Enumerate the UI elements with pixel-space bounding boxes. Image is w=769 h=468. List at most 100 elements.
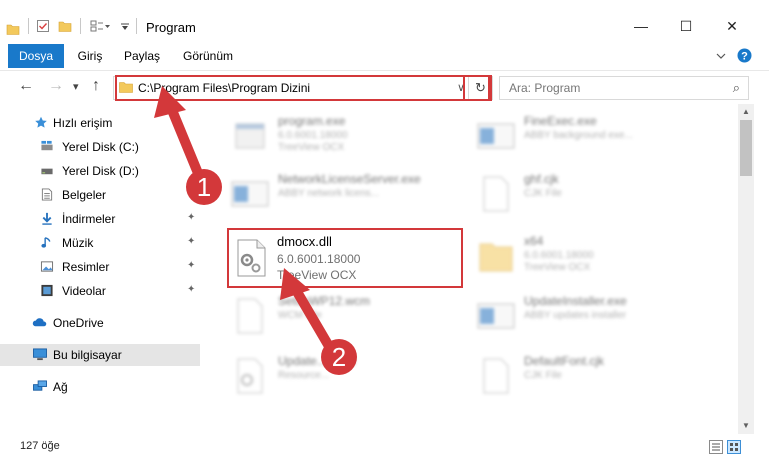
sidebar-item-this-pc[interactable]: Bu bilgisayar	[0, 344, 200, 366]
sidebar-item-downloads[interactable]: İndirmeler ✦	[0, 208, 200, 230]
sidebar-item-label: Belgeler	[62, 188, 107, 202]
ribbon-tabs: Dosya Giriş Paylaş Görünüm ?	[0, 44, 769, 68]
file-name: program.exe	[278, 114, 346, 128]
minimize-button[interactable]: —	[618, 12, 664, 40]
pin-icon[interactable]: ✦	[187, 236, 195, 247]
vertical-scrollbar[interactable]: ▲ ▼	[738, 104, 754, 434]
sidebar-item-label: OneDrive	[53, 316, 104, 330]
music-icon	[41, 237, 51, 248]
scroll-thumb[interactable]	[740, 120, 752, 176]
item-count: 127 öğe	[20, 440, 60, 452]
file-name: ghf.cjk	[524, 172, 559, 186]
address-path[interactable]: C:\Program Files\Program Dizini	[138, 81, 310, 95]
tab-share[interactable]: Paylaş	[120, 44, 164, 68]
search-icon[interactable]: ⌕	[733, 80, 740, 96]
pin-icon[interactable]: ✦	[187, 188, 195, 199]
exe-file-icon	[477, 123, 515, 149]
sidebar-item-documents[interactable]: Belgeler ✦	[0, 184, 200, 206]
tab-view[interactable]: Görünüm	[176, 44, 240, 68]
exe-file-icon	[477, 303, 515, 329]
exe-file-icon	[235, 123, 265, 149]
details-view-icon[interactable]	[709, 440, 723, 454]
properties-icon[interactable]	[36, 19, 50, 33]
sidebar-item-label: Hızlı erişim	[53, 116, 113, 130]
file-item[interactable]: NetworkLicenseServer.exe ABBY network li…	[230, 168, 480, 224]
file-name: Update.....5.dll	[278, 354, 356, 368]
customize-toolbar-icon[interactable]	[90, 19, 110, 33]
file-name: SetupWP12.wcm	[278, 294, 371, 308]
file-type: CJK File	[524, 188, 562, 199]
file-description: ABBY background exe...	[524, 130, 633, 141]
navigation-pane: Hızlı erişim Yerel Disk (C:) Yerel Disk …	[0, 104, 200, 434]
sidebar-item-label: Resimler	[62, 260, 110, 274]
pin-icon[interactable]: ✦	[187, 212, 195, 223]
file-item[interactable]: program.exe 6.0.6001.18000 TreeView OCX	[230, 110, 480, 166]
file-item[interactable]: ghf.cjk CJK File	[476, 168, 726, 224]
search-input[interactable]: Ara: Program ⌕	[499, 76, 749, 100]
drive-icon	[41, 168, 53, 175]
tiles-view-icon[interactable]	[727, 440, 741, 454]
sidebar-item-onedrive[interactable]: OneDrive	[0, 312, 200, 334]
network-icon	[33, 380, 47, 391]
title-bar: Program — ☐ ✕	[0, 0, 769, 42]
address-bar[interactable]: C:\Program Files\Program Dizini ∨ ↻	[113, 76, 493, 100]
file-item-dmocx-dll[interactable]: dmocx.dll 6.0.6001.18000 TreeView OCX	[227, 228, 463, 288]
pin-icon[interactable]: ✦	[187, 284, 195, 295]
cloud-icon	[32, 318, 47, 327]
up-button[interactable]: ↑	[92, 77, 100, 95]
sidebar-item-music[interactable]: Müzik ✦	[0, 232, 200, 254]
sidebar-item-videos[interactable]: Videolar ✦	[0, 280, 200, 302]
sidebar-item-label: Videolar	[62, 284, 106, 298]
toolbar-separator	[28, 18, 29, 34]
file-description: TreeView OCX	[524, 262, 591, 273]
file-item[interactable]: UpdateInstaller.exe ABBY updates install…	[476, 290, 726, 346]
download-icon	[42, 212, 52, 225]
sidebar-item-drive-d[interactable]: Yerel Disk (D:)	[0, 160, 200, 182]
generic-file-icon	[483, 176, 509, 212]
search-placeholder: Ara: Program	[509, 81, 581, 95]
quick-access-dropdown-icon[interactable]	[120, 22, 130, 32]
tab-file[interactable]: Dosya	[8, 44, 64, 68]
sidebar-item-pictures[interactable]: Resimler ✦	[0, 256, 200, 278]
folder-icon	[6, 24, 20, 35]
document-icon	[41, 188, 53, 201]
file-item[interactable]: Update.....5.dll Resource...	[230, 350, 480, 406]
window-title: Program	[146, 20, 196, 35]
file-name: x64	[524, 234, 544, 248]
computer-icon	[33, 348, 47, 361]
file-version: 6.0.6001.18000	[524, 250, 594, 261]
sidebar-item-drive-c[interactable]: Yerel Disk (C:)	[0, 136, 200, 158]
sidebar-item-label: Ağ	[53, 380, 68, 394]
file-type: WCM File	[278, 310, 322, 321]
file-description: TreeView OCX	[277, 268, 357, 282]
refresh-button[interactable]: ↻	[468, 77, 492, 99]
file-item[interactable]: DefaultFont.cjk CJK File	[476, 350, 726, 406]
generic-file-icon	[237, 298, 263, 334]
file-item[interactable]: FineExec.exe ABBY background exe...	[476, 110, 726, 166]
close-button[interactable]: ✕	[709, 12, 755, 40]
back-button[interactable]: ←	[18, 77, 34, 95]
file-description: TreeView OCX	[278, 142, 345, 153]
scroll-down-icon[interactable]: ▼	[738, 418, 754, 434]
tab-home[interactable]: Giriş	[70, 44, 110, 68]
drive-icon	[41, 140, 53, 151]
file-version: 6.0.6001.18000	[277, 252, 361, 266]
file-item[interactable]: x64 6.0.6001.18000 TreeView OCX	[476, 230, 726, 286]
maximize-button[interactable]: ☐	[663, 12, 709, 40]
scroll-up-icon[interactable]: ▲	[738, 104, 754, 120]
recent-locations-button[interactable]: ▾	[73, 80, 79, 93]
star-icon	[35, 116, 47, 128]
forward-button[interactable]: →	[48, 77, 64, 95]
sidebar-item-network[interactable]: Ağ	[0, 376, 200, 398]
pin-icon[interactable]: ✦	[187, 260, 195, 271]
file-item[interactable]: SetupWP12.wcm WCM File	[230, 290, 480, 346]
video-icon	[41, 284, 53, 297]
chevron-down-icon[interactable]	[716, 52, 726, 60]
new-folder-icon[interactable]	[58, 19, 72, 33]
sidebar-item-quick-access[interactable]: Hızlı erişim	[0, 112, 200, 134]
svg-text:?: ?	[741, 51, 748, 63]
help-icon[interactable]: ?	[737, 48, 752, 63]
exe-file-icon	[231, 181, 269, 207]
picture-icon	[40, 261, 54, 272]
sidebar-item-label: Bu bilgisayar	[53, 348, 122, 362]
